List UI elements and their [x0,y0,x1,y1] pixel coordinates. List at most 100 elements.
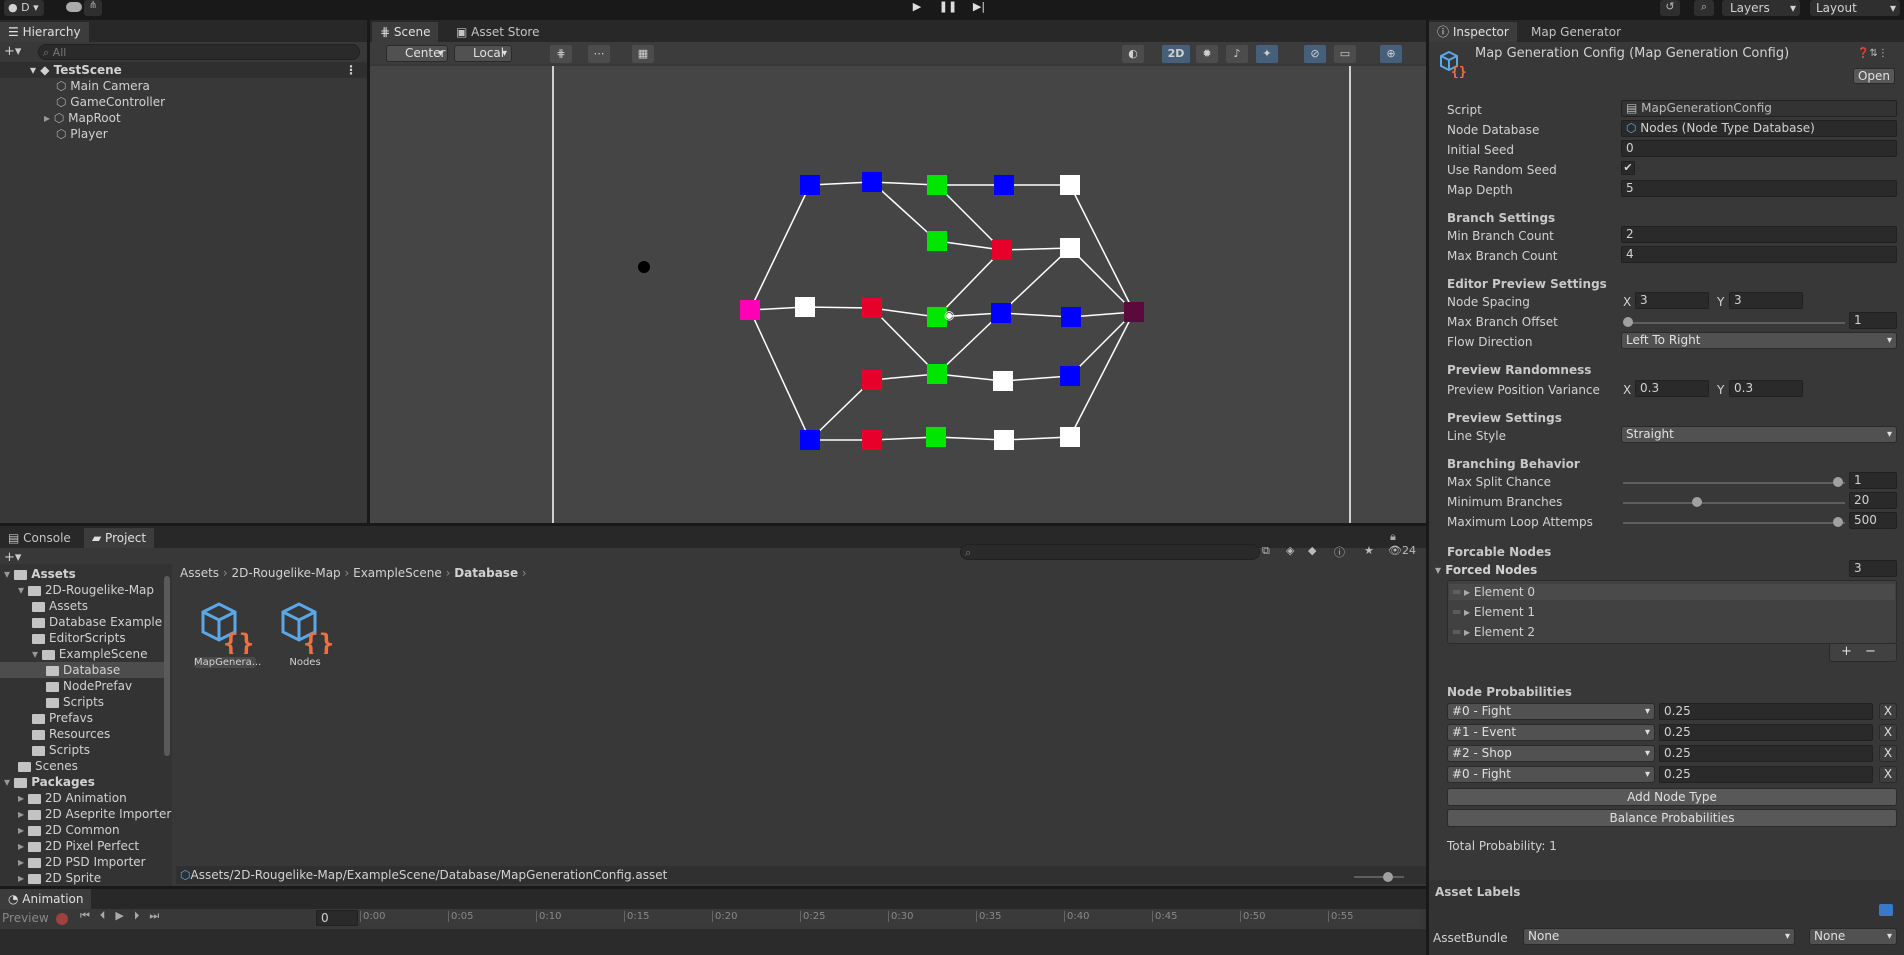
expand-arrow-icon[interactable]: ▾ [4,567,14,581]
lock-icon[interactable]: 🔒︎ [1390,530,1396,544]
map-node-fight[interactable] [800,430,820,450]
expand-arrow-icon[interactable]: ▾ [4,775,14,789]
list-item[interactable]: ⬡ GameController [56,94,165,110]
tab-map-generator[interactable]: Map Generator [1523,22,1629,42]
map-node-shop[interactable] [862,370,882,390]
folder-tree-item[interactable]: Assets [0,598,164,614]
expand-arrow-icon[interactable]: ▸ [18,807,28,821]
spacing-x-field[interactable]: 3 [1635,292,1709,309]
asset-labels-header[interactable]: Asset Labels [1435,884,1520,900]
drag-handle-icon[interactable]: ═ [1453,625,1464,639]
folder-tree-item[interactable]: Resources [0,726,164,742]
expand-arrow-icon[interactable]: ▸ [18,871,28,885]
remove-type-button[interactable]: X [1879,745,1897,762]
folder-tree-item[interactable]: ▸ 2D Sprite [0,870,164,886]
step-button[interactable]: ▶| [969,0,989,16]
list-item[interactable]: ═ ▸ Element 1 [1449,604,1535,620]
timeline-area[interactable] [0,929,1426,955]
grid-visibility-icon[interactable]: ▦ [632,45,654,63]
probability-field[interactable]: 0.25 [1659,724,1873,741]
audio-icon[interactable]: ♪ [1226,45,1248,63]
variance-y-field[interactable]: 0.3 [1729,380,1803,397]
map-node-rest[interactable] [1060,238,1080,258]
tab-hierarchy[interactable]: ☰ Hierarchy [0,22,89,42]
tab-project[interactable]: ▰ Project [84,528,155,548]
branch-offset-slider[interactable] [1623,322,1845,324]
account-dropdown[interactable]: ● D ▾ [4,0,44,16]
help-icon[interactable]: ❓⇅⋮ [1857,48,1888,59]
expand-arrow-icon[interactable]: ▸ [18,839,28,853]
map-node-shop[interactable] [992,240,1012,260]
remove-type-button[interactable]: X [1879,766,1897,783]
list-item[interactable]: ═ ▸ Element 2 [1449,624,1535,640]
remove-element-button[interactable]: − [1865,644,1876,659]
folder-tree-item[interactable]: Scripts [0,694,164,710]
split-chance-slider[interactable] [1623,482,1845,484]
branch-offset-field[interactable]: 1 [1849,312,1897,329]
info-icon[interactable]: ⓘ [1334,544,1345,560]
map-node-fight[interactable] [994,175,1014,195]
expand-arrow-icon[interactable]: ▸ [1464,605,1474,619]
map-node-fight[interactable] [1061,307,1081,327]
node-type-dropdown[interactable]: #2 - Shop [1447,745,1655,762]
collab-icon[interactable]: ⋔ [84,0,102,16]
min-branches-slider[interactable] [1623,502,1845,504]
loop-attempts-slider[interactable] [1623,522,1845,524]
list-item[interactable]: ▸ ⬡ MapRoot [44,110,121,126]
icon-size-slider[interactable] [1354,876,1404,878]
map-node-fight[interactable] [862,172,882,192]
hidden-objects-icon[interactable]: ⊘ [1304,45,1326,63]
expand-arrow-icon[interactable]: ▾ [32,647,42,661]
map-node-start[interactable] [740,300,760,320]
node-type-dropdown[interactable]: #0 - Fight [1447,703,1655,720]
favorite-star-icon[interactable]: ★ [1364,544,1374,557]
filter-label-icon[interactable]: ◈ [1286,544,1294,557]
filter-type-icon[interactable]: ⧉ [1262,544,1270,558]
space-dropdown[interactable]: Local [454,45,512,62]
folder-tree-item[interactable]: Database Example [0,614,164,630]
folder-tree-item[interactable]: ▸ 2D Animation [0,790,164,806]
snap-increment-icon[interactable]: ⋯ [588,45,610,63]
folder-tree-item[interactable]: ▸ 2D PSD Importer [0,854,164,870]
map-node-rest[interactable] [993,371,1013,391]
map-node-event[interactable] [927,175,947,195]
list-item[interactable]: ═ ▸ Element 0 [1449,584,1895,600]
scene-viewport[interactable]: ◉ [370,66,1426,523]
draw-mode-icon[interactable]: ◐ [1122,45,1144,63]
cloud-icon[interactable] [66,2,82,12]
seed-field[interactable]: 0 [1621,140,1897,157]
map-node-rest[interactable] [994,430,1014,450]
hierarchy-search-input[interactable]: ⌕ All [38,44,360,60]
tab-console[interactable]: ▤ Console [0,528,79,548]
map-node-shop[interactable] [862,298,882,318]
mode-2d-button[interactable]: 2D [1162,45,1190,63]
split-chance-field[interactable]: 1 [1849,472,1897,489]
expand-arrow-icon[interactable]: ▸ [18,791,28,805]
play-button[interactable]: ▶ [907,0,927,16]
playback-controls[interactable]: ⏮⏴▶⏵⏭ [80,909,169,923]
folder-tree-item[interactable]: ▸ 2D Aseprite Importer [0,806,171,822]
flow-dropdown[interactable]: Left To Right [1621,332,1897,349]
history-icon[interactable]: ↺ [1660,0,1680,16]
open-button[interactable]: Open [1853,68,1895,84]
expand-arrow-icon[interactable]: ▾ [18,583,28,597]
split-chance-knob[interactable] [1833,477,1843,487]
folder-tree-item[interactable]: Scripts [0,742,164,758]
effects-icon[interactable]: ✦ [1256,45,1278,63]
folder-tree-scrollbar[interactable] [164,576,170,756]
add-node-type-button[interactable]: Add Node Type [1447,788,1897,806]
folder-tree-item[interactable]: ▸ 2D Common [0,822,164,838]
expand-arrow-icon[interactable]: ▸ [18,855,28,869]
frame-field[interactable]: 0 [316,910,358,926]
probability-field[interactable]: 0.25 [1659,703,1873,720]
min-branches-knob[interactable] [1692,497,1702,507]
lighting-icon[interactable]: ✹ [1196,45,1218,63]
folder-tree-item[interactable]: ▾ 2D-Rougelike-Map [0,582,164,598]
map-node-fight[interactable] [991,303,1011,323]
expand-arrow-icon[interactable]: ▸ [18,823,28,837]
add-button[interactable]: +▾ [4,44,21,59]
variance-x-field[interactable]: 0.3 [1635,380,1709,397]
list-item[interactable]: ⬡ Main Camera [56,78,150,94]
map-node-shop[interactable] [862,430,882,450]
folder-tree-item[interactable]: NodePrefav [0,678,164,694]
